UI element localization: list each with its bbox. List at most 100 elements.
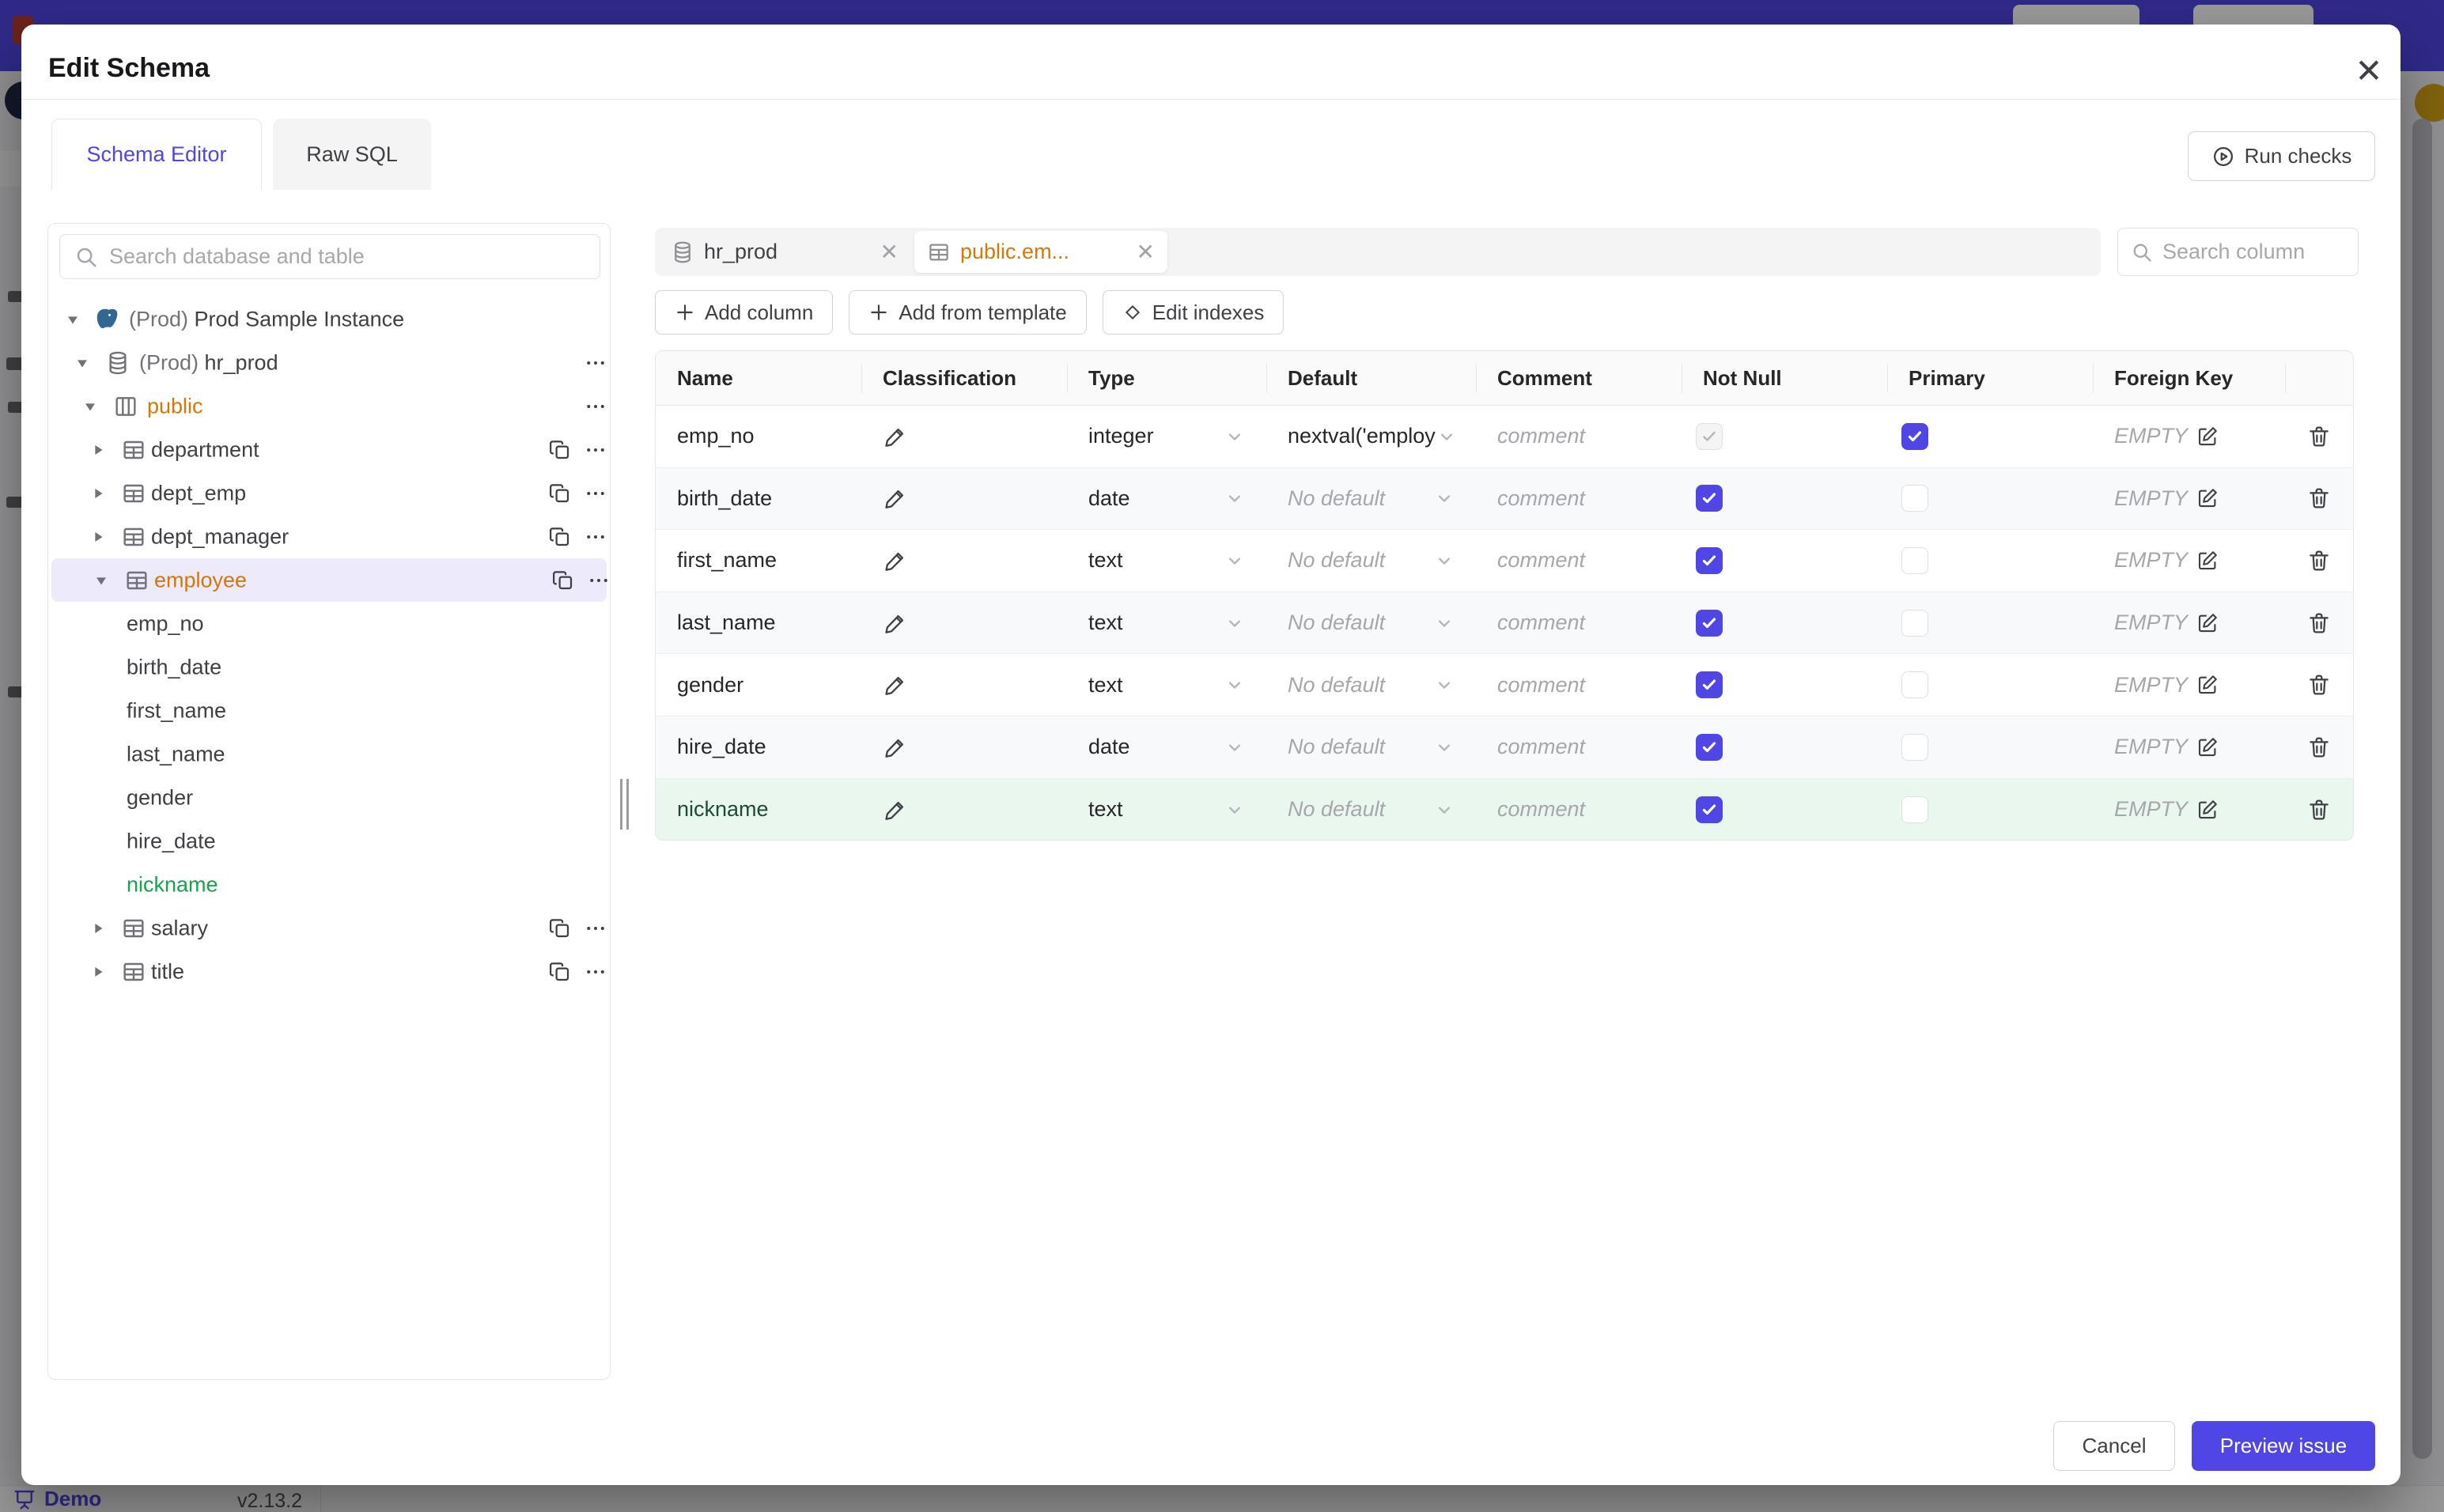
more-icon[interactable] xyxy=(584,960,607,984)
more-icon[interactable] xyxy=(584,351,607,375)
caret-down-icon[interactable] xyxy=(93,572,110,589)
type-select[interactable]: text xyxy=(1067,797,1266,822)
edit-indexes-button[interactable]: Edit indexes xyxy=(1102,290,1284,335)
copy-icon[interactable] xyxy=(551,569,575,592)
close-icon[interactable]: ✕ xyxy=(2345,47,2393,94)
tree-item-gender[interactable]: gender xyxy=(48,776,610,819)
default-select[interactable]: No default xyxy=(1266,797,1476,822)
caret-down-icon[interactable] xyxy=(64,311,81,328)
more-icon[interactable] xyxy=(584,482,607,505)
add-from-template-button[interactable]: Add from template xyxy=(849,290,1087,335)
type-select[interactable]: text xyxy=(1067,610,1266,635)
default-select[interactable]: No default xyxy=(1266,548,1476,573)
type-select[interactable]: text xyxy=(1067,673,1266,697)
copy-icon[interactable] xyxy=(548,482,572,505)
open-tab-hr_prod[interactable]: hr_prod ✕ xyxy=(658,231,911,273)
pencil-icon[interactable] xyxy=(883,486,908,511)
column-name-input[interactable]: gender xyxy=(656,673,861,697)
tree-item-last_name[interactable]: last_name xyxy=(48,732,610,776)
not-null-checkbox[interactable] xyxy=(1696,546,1723,574)
run-checks-button[interactable]: Run checks xyxy=(2188,131,2375,181)
cancel-button[interactable]: Cancel xyxy=(2053,1421,2175,1471)
comment-input[interactable]: comment xyxy=(1476,548,1682,573)
tree-item-title[interactable]: title xyxy=(48,950,610,993)
more-icon[interactable] xyxy=(584,525,607,549)
caret-right-icon[interactable] xyxy=(89,920,107,937)
default-select[interactable]: No default xyxy=(1266,486,1476,511)
tree-item-hire_date[interactable]: hire_date xyxy=(48,819,610,863)
trash-icon[interactable] xyxy=(2306,672,2332,697)
edit-foreign-key-icon[interactable] xyxy=(2196,673,2219,697)
pencil-icon[interactable] xyxy=(883,672,908,697)
close-tab-icon[interactable]: ✕ xyxy=(1137,239,1155,265)
copy-icon[interactable] xyxy=(548,438,572,462)
tree-item-dept_emp[interactable]: dept_emp xyxy=(48,471,610,515)
caret-right-icon[interactable] xyxy=(89,485,107,502)
edit-foreign-key-icon[interactable] xyxy=(2196,425,2219,448)
pencil-icon[interactable] xyxy=(883,735,908,760)
tree-item-nickname[interactable]: nickname xyxy=(48,863,610,906)
edit-foreign-key-icon[interactable] xyxy=(2196,611,2219,635)
comment-input[interactable]: comment xyxy=(1476,673,1682,697)
tree-item-salary[interactable]: salary xyxy=(48,906,610,950)
search-database-input[interactable]: Search database and table xyxy=(59,234,600,279)
pencil-icon[interactable] xyxy=(883,610,908,636)
comment-input[interactable]: comment xyxy=(1476,797,1682,822)
primary-checkbox[interactable] xyxy=(1901,733,1928,761)
edit-foreign-key-icon[interactable] xyxy=(2196,735,2219,759)
primary-checkbox[interactable] xyxy=(1901,485,1928,512)
copy-icon[interactable] xyxy=(548,917,572,940)
trash-icon[interactable] xyxy=(2306,424,2332,449)
comment-input[interactable]: comment xyxy=(1476,486,1682,511)
primary-checkbox[interactable] xyxy=(1901,671,1928,699)
default-select[interactable]: No default xyxy=(1266,610,1476,635)
comment-input[interactable]: comment xyxy=(1476,610,1682,635)
tree-item-emp_no[interactable]: emp_no xyxy=(48,602,610,645)
column-name-input[interactable]: first_name xyxy=(656,548,861,573)
column-name-input[interactable]: birth_date xyxy=(656,486,861,511)
edit-foreign-key-icon[interactable] xyxy=(2196,798,2219,822)
tree-item-first_name[interactable]: first_name xyxy=(48,689,610,732)
trash-icon[interactable] xyxy=(2306,548,2332,573)
trash-icon[interactable] xyxy=(2306,797,2332,822)
tree-item-Prod Sample Instance[interactable]: (Prod) Prod Sample Instance xyxy=(48,297,610,341)
type-select[interactable]: date xyxy=(1067,486,1266,511)
trash-icon[interactable] xyxy=(2306,486,2332,511)
column-name-input[interactable]: hire_date xyxy=(656,735,861,759)
type-select[interactable]: integer xyxy=(1067,424,1266,448)
tree-item-employee[interactable]: employee xyxy=(51,558,607,602)
tree-item-birth_date[interactable]: birth_date xyxy=(48,645,610,689)
trash-icon[interactable] xyxy=(2306,735,2332,760)
not-null-checkbox[interactable] xyxy=(1696,796,1723,823)
close-tab-icon[interactable]: ✕ xyxy=(880,239,899,265)
tab-schema-editor[interactable]: Schema Editor xyxy=(51,119,262,190)
caret-down-icon[interactable] xyxy=(74,354,91,372)
default-select[interactable]: nextval('employ xyxy=(1266,424,1476,448)
tree-item-public[interactable]: public xyxy=(48,384,610,428)
copy-icon[interactable] xyxy=(548,525,572,549)
trash-icon[interactable] xyxy=(2306,610,2332,636)
type-select[interactable]: text xyxy=(1067,548,1266,573)
tree-item-department[interactable]: department xyxy=(48,428,610,471)
open-tab-public.em...[interactable]: public.em... ✕ xyxy=(914,231,1167,273)
search-column-input[interactable]: Search column xyxy=(2117,228,2359,276)
column-name-input[interactable]: emp_no xyxy=(656,424,861,448)
panel-resize-handle[interactable] xyxy=(620,779,631,830)
comment-input[interactable]: comment xyxy=(1476,735,1682,759)
tab-raw-sql[interactable]: Raw SQL xyxy=(273,119,431,190)
column-name-input[interactable]: nickname xyxy=(656,797,861,822)
pencil-icon[interactable] xyxy=(883,548,908,573)
edit-foreign-key-icon[interactable] xyxy=(2196,549,2219,573)
more-icon[interactable] xyxy=(584,395,607,418)
more-icon[interactable] xyxy=(584,438,607,462)
not-null-checkbox[interactable] xyxy=(1696,671,1723,699)
primary-checkbox[interactable] xyxy=(1901,609,1928,637)
more-icon[interactable] xyxy=(587,569,611,592)
caret-right-icon[interactable] xyxy=(89,963,107,981)
default-select[interactable]: No default xyxy=(1266,735,1476,759)
pencil-icon[interactable] xyxy=(883,424,908,449)
copy-icon[interactable] xyxy=(548,960,572,984)
not-null-checkbox[interactable] xyxy=(1696,485,1723,512)
not-null-checkbox[interactable] xyxy=(1696,609,1723,637)
tree-item-hr_prod[interactable]: (Prod) hr_prod xyxy=(48,341,610,384)
